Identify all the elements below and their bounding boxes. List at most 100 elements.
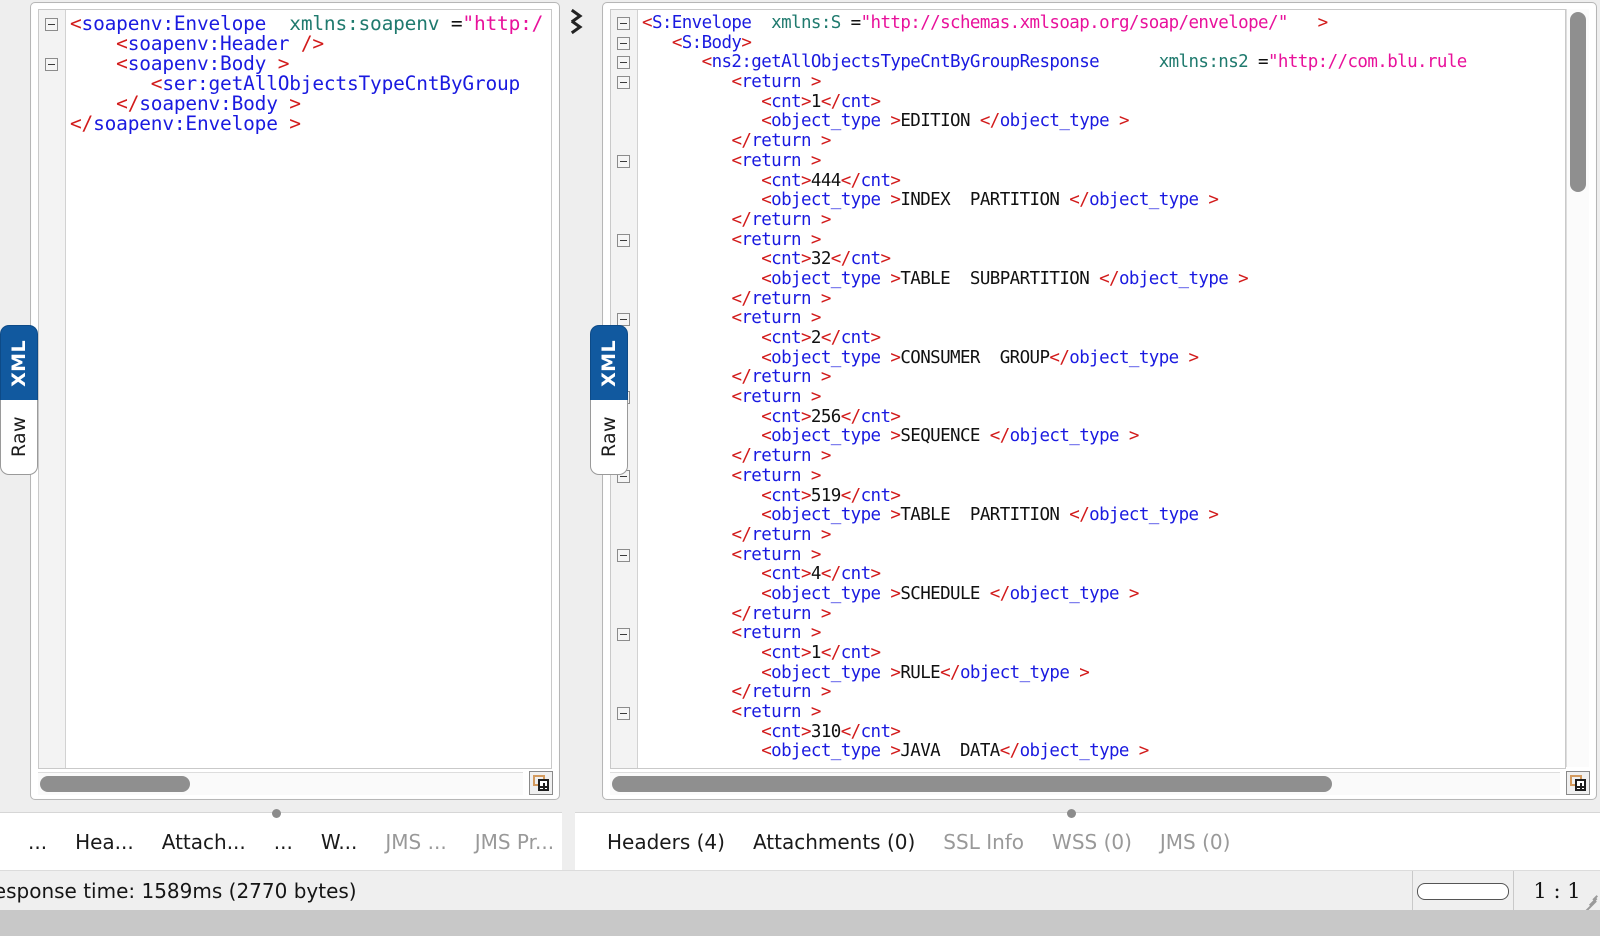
xml-line: <ns2:getAllObjectsTypeCntByGroupResponse…: [701, 52, 1468, 73]
response-tab-1[interactable]: Attachments (0): [739, 813, 929, 871]
response-view-tabs: XML Raw: [590, 325, 630, 475]
xml-line: <object_type >JAVA DATA</object_type >: [761, 741, 1149, 762]
status-bar: response time: 1589ms (2770 bytes) 1 : 1: [0, 870, 1600, 911]
fold-toggle-icon[interactable]: [617, 706, 630, 720]
fold-toggle-icon[interactable]: [617, 36, 630, 50]
xml-line: <cnt>310</cnt>: [761, 721, 901, 742]
xml-line: <return >: [731, 150, 821, 171]
xml-line: </return >: [731, 603, 831, 624]
request-tab-3[interactable]: ...: [260, 813, 307, 871]
response-xml-content[interactable]: <S:Envelope xmlns:S ="http://schemas.xml…: [638, 10, 1565, 768]
request-panel: XML Raw <soapenv:Envelope xmlns:soapenv …: [0, 0, 562, 802]
request-tab-xml[interactable]: XML: [0, 325, 38, 400]
xml-line: </return >: [731, 524, 831, 545]
soapui-request-response-view: XML Raw <soapenv:Envelope xmlns:soapenv …: [0, 0, 1600, 936]
response-bottom-tabbar: Headers (4) Attachments (0) SSL Info WSS (0…: [575, 809, 1600, 871]
response-vertical-scrollbar[interactable]: [1566, 9, 1589, 767]
request-hscroll-thumb[interactable]: [40, 776, 190, 792]
response-editor[interactable]: <S:Envelope xmlns:S ="http://schemas.xml…: [610, 9, 1566, 769]
xml-line: <object_type >EDITION </object_type >: [761, 111, 1129, 132]
xml-line: <cnt>444</cnt>: [761, 170, 901, 191]
fold-toggle-icon[interactable]: [617, 548, 630, 562]
fold-toggle-icon[interactable]: [617, 154, 630, 168]
xml-line: <object_type >INDEX PARTITION </object_t…: [761, 190, 1219, 211]
request-fold-gutter[interactable]: [39, 10, 66, 768]
xml-line: <return >: [731, 229, 821, 250]
request-editor-frame: <soapenv:Envelope xmlns:soapenv ="http:/…: [30, 2, 560, 800]
response-tab-0[interactable]: Headers (4): [593, 813, 739, 871]
response-tab-3[interactable]: WSS (0): [1038, 813, 1146, 871]
progress-indicator: [1417, 882, 1509, 900]
xml-line: <return >: [731, 465, 821, 486]
xml-line: <cnt>519</cnt>: [761, 485, 901, 506]
xml-line: <object_type >SEQUENCE </object_type >: [761, 426, 1139, 447]
request-view-tabs: XML Raw: [0, 325, 40, 475]
response-tab-raw[interactable]: Raw: [590, 400, 628, 475]
request-tab-0[interactable]: ...: [14, 813, 61, 871]
zoom-maximize-icon: [1570, 775, 1586, 791]
request-editor[interactable]: <soapenv:Envelope xmlns:soapenv ="http:/…: [38, 9, 552, 769]
response-tab-xml[interactable]: XML: [590, 325, 628, 400]
request-xml-content[interactable]: <soapenv:Envelope xmlns:soapenv ="http:/…: [66, 10, 551, 768]
request-tab-raw-label: Raw: [7, 416, 30, 458]
xml-line: <cnt>1</cnt>: [761, 91, 881, 112]
xml-line: <soapenv:Body >: [116, 52, 290, 75]
request-tab-4[interactable]: W...: [307, 813, 372, 871]
xml-line: <cnt>2</cnt>: [761, 328, 881, 348]
request-tab-raw[interactable]: Raw: [0, 400, 38, 475]
response-hscroll-thumb[interactable]: [612, 776, 1332, 792]
request-bottom-tabbar: ... Hea... Attach...... W... JMS ... JMS Pr..…: [0, 809, 562, 871]
request-tab-5[interactable]: JMS ...: [371, 813, 460, 871]
xml-line: <soapenv:Envelope xmlns:soapenv ="http:/: [70, 12, 544, 35]
request-tab-6[interactable]: JMS Pr...: [461, 813, 568, 871]
response-horizontal-scrollbar[interactable]: [610, 772, 1560, 795]
response-time-status: response time: 1589ms (2770 bytes): [0, 879, 357, 903]
fold-toggle-icon[interactable]: [617, 312, 630, 326]
window-bottom-chrome: [0, 910, 1600, 936]
xml-line: <object_type >RULE</object_type >: [761, 662, 1090, 683]
response-tab-2[interactable]: SSL Info: [929, 813, 1038, 871]
fold-toggle-icon[interactable]: [617, 233, 630, 247]
resize-grip-icon[interactable]: [1580, 891, 1598, 911]
xml-line: </return >: [731, 131, 831, 152]
fold-toggle-icon[interactable]: [45, 58, 58, 71]
response-vscroll-thumb[interactable]: [1570, 12, 1586, 192]
panel-splitter-expand-button[interactable]: [565, 2, 589, 48]
xml-line: <ser:getAllObjectsTypeCntByGroup: [150, 72, 521, 95]
xml-line: <return >: [731, 387, 821, 408]
response-tab-xml-label: XML: [597, 339, 620, 387]
request-tab-1[interactable]: Hea...: [61, 813, 148, 871]
xml-line: <return >: [731, 72, 821, 93]
xml-line: <S:Body>: [671, 32, 752, 53]
xml-line: <return >: [731, 702, 821, 723]
xml-line: </return >: [731, 367, 831, 388]
xml-line: <cnt>1</cnt>: [761, 643, 881, 663]
request-tab-xml-label: XML: [7, 339, 30, 387]
xml-line: <return >: [731, 308, 821, 329]
response-tab-4[interactable]: JMS (0): [1146, 813, 1245, 871]
xml-line: </return >: [731, 446, 831, 467]
fold-toggle-icon[interactable]: [617, 627, 630, 641]
fold-toggle-icon[interactable]: [617, 76, 630, 90]
response-panel: XML Raw <S:Envelope xmlns:S ="http://sch…: [590, 0, 1600, 802]
request-zoom-corner-button[interactable]: [529, 771, 553, 795]
xml-line: <cnt>32</cnt>: [761, 249, 891, 270]
fold-toggle-icon[interactable]: [617, 56, 630, 70]
xml-line: <soapenv:Header />: [116, 32, 324, 55]
xml-line: </return >: [731, 288, 831, 309]
xml-line: </return >: [731, 209, 831, 230]
fold-toggle-icon[interactable]: [617, 17, 630, 30]
fold-toggle-icon[interactable]: [45, 18, 58, 31]
xml-line: </soapenv:Envelope >: [70, 112, 301, 135]
xml-line: <object_type >TABLE SUBPARTITION </objec…: [761, 268, 1249, 289]
request-tab-2[interactable]: Attach...: [148, 813, 260, 871]
request-horizontal-scrollbar[interactable]: [38, 772, 523, 795]
response-zoom-corner-button[interactable]: [1566, 771, 1590, 795]
xml-line: <return >: [731, 623, 821, 644]
chevron-right-icon: [570, 8, 583, 35]
xml-line: <object_type >CONSUMER GROUP</object_typ…: [761, 347, 1199, 368]
xml-line: </return >: [731, 682, 831, 703]
status-progress-area: [1412, 871, 1513, 911]
xml-line: <object_type >TABLE PARTITION </object_t…: [761, 505, 1219, 526]
response-tab-raw-label: Raw: [597, 416, 620, 458]
